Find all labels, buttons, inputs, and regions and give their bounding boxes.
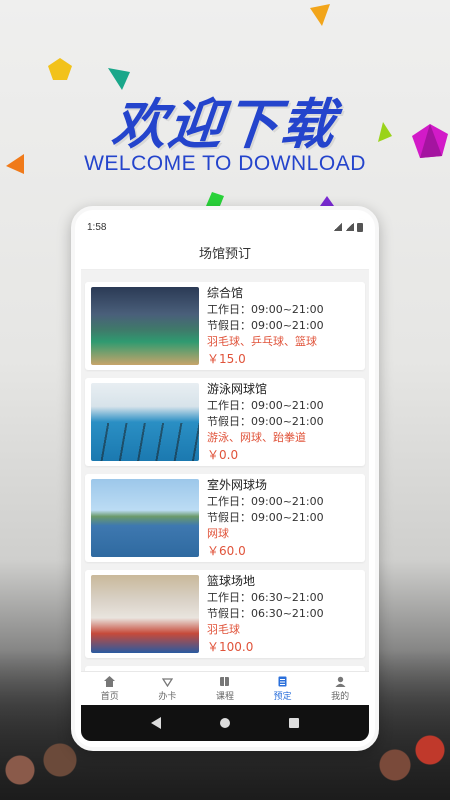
booking-icon — [277, 675, 289, 687]
venue-photo — [91, 287, 199, 365]
venue-card[interactable]: 室外网球场 工作日：09:00~21:00 节假日：09:00~21:00 网球… — [85, 474, 365, 562]
venue-price: ￥60.0 — [207, 544, 246, 558]
venue-holiday-hours: 节假日：09:00~21:00 — [207, 511, 324, 524]
tab-booking[interactable]: 预定 — [254, 672, 312, 705]
app-screen: 1:58 场馆预订 综合馆 工作日：09:00~21:00 节假日：09:00~… — [81, 218, 369, 741]
tab-profile[interactable]: 我的 — [311, 672, 369, 705]
signal-icon — [345, 223, 354, 231]
tab-label: 首页 — [100, 692, 119, 702]
venue-price: ￥100.0 — [207, 640, 254, 654]
hero-title: 欢迎下载 — [109, 93, 340, 156]
battery-icon — [357, 222, 363, 232]
venue-photo — [91, 479, 199, 557]
venue-photo — [91, 383, 199, 461]
gem-purple-decoration — [320, 196, 334, 206]
tab-label: 预定 — [273, 692, 292, 702]
venue-name: 室外网球场 — [207, 478, 268, 492]
hero-subtitle: WELCOME TO DOWNLOAD — [84, 152, 366, 175]
venue-sports: 羽毛球 — [207, 623, 240, 636]
card-icon — [161, 675, 173, 687]
tab-home[interactable]: 首页 — [81, 672, 139, 705]
book-icon — [219, 675, 231, 687]
nav-home-icon[interactable] — [219, 718, 230, 728]
tab-course[interactable]: 课程 — [196, 672, 254, 705]
venue-price: ￥0.0 — [207, 448, 239, 462]
venue-card[interactable]: 游泳网球馆 工作日：09:00~21:00 节假日：09:00~21:00 游泳… — [85, 378, 365, 466]
phone-mockup: 1:58 场馆预订 综合馆 工作日：09:00~21:00 节假日：09:00~… — [71, 206, 379, 751]
venue-price: ￥15.0 — [207, 352, 246, 366]
venue-weekday-hours: 工作日：06:30~21:00 — [207, 591, 324, 604]
venue-name: 游泳网球馆 — [207, 382, 268, 396]
user-icon — [334, 675, 346, 687]
status-bar: 1:58 — [81, 218, 369, 236]
status-time: 1:58 — [87, 221, 107, 233]
status-icons — [333, 222, 363, 232]
gem-green-decoration — [206, 192, 224, 206]
page-title: 场馆预订 — [81, 236, 369, 270]
tab-label: 办卡 — [158, 692, 177, 702]
venue-holiday-hours: 节假日：06:30~21:00 — [207, 607, 324, 620]
venue-name: 篮球场地 — [207, 574, 256, 588]
venue-name: 综合馆 — [207, 286, 244, 300]
venue-card[interactable]: 篮球场地 工作日：06:30~21:00 节假日：06:30~21:00 羽毛球… — [85, 570, 365, 658]
tab-label: 我的 — [331, 692, 350, 702]
system-nav-bar — [81, 705, 369, 741]
venue-card[interactable]: 综合馆 工作日：09:00~21:00 节假日：09:00~21:00 羽毛球、… — [85, 282, 365, 370]
tab-card[interactable]: 办卡 — [139, 672, 197, 705]
gem-yellow-left-decoration — [48, 58, 72, 80]
venue-photo — [91, 575, 199, 653]
venue-holiday-hours: 节假日：09:00~21:00 — [207, 319, 324, 332]
venue-list[interactable]: 综合馆 工作日：09:00~21:00 节假日：09:00~21:00 羽毛球、… — [81, 276, 369, 675]
venue-holiday-hours: 节假日：09:00~21:00 — [207, 415, 324, 428]
venue-sports: 羽毛球、乒乓球、篮球 — [207, 335, 317, 348]
nav-back-icon[interactable] — [150, 717, 161, 729]
venue-weekday-hours: 工作日：09:00~21:00 — [207, 495, 324, 508]
home-icon — [104, 675, 116, 687]
tab-label: 课程 — [215, 692, 234, 702]
venue-weekday-hours: 工作日：09:00~21:00 — [207, 399, 324, 412]
nav-recents-icon[interactable] — [289, 718, 300, 728]
gem-orange-top-decoration — [310, 4, 330, 26]
bottom-tab-bar: 首页 办卡 课程 预定 我的 — [81, 671, 369, 705]
wifi-icon — [333, 223, 342, 231]
venue-sports: 游泳、网球、跆拳道 — [207, 431, 306, 444]
venue-sports: 网球 — [207, 527, 229, 540]
venue-weekday-hours: 工作日：09:00~21:00 — [207, 303, 324, 316]
